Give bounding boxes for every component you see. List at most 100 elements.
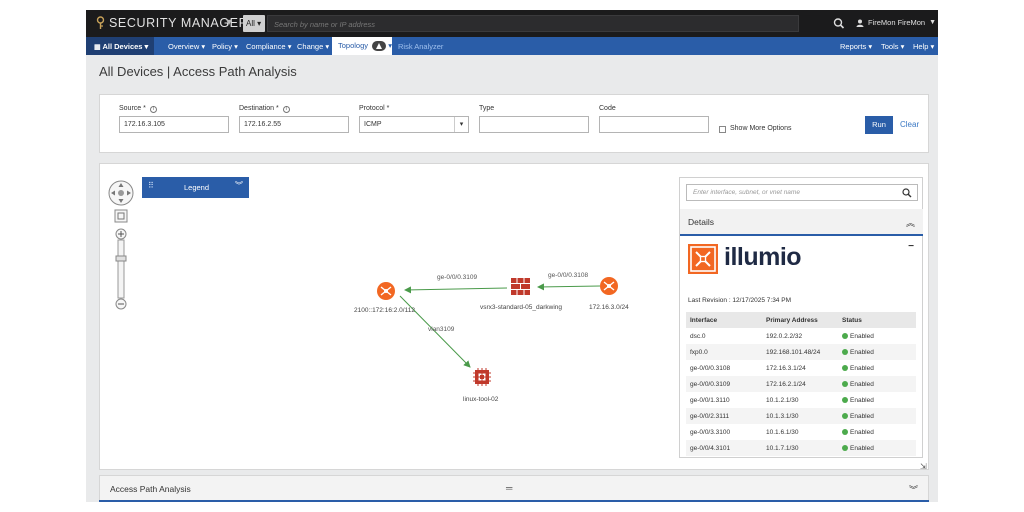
- drag-handle-icon[interactable]: ═: [506, 483, 512, 493]
- user-menu[interactable]: FireMon FireMon ▼: [856, 18, 936, 27]
- status-cell: Enabled: [838, 424, 916, 440]
- chevron-double-down-icon[interactable]: ︾: [909, 483, 918, 496]
- protocol-select[interactable]: ICMP ▾: [359, 116, 469, 133]
- interface-cell: ge-0/0/3.3100: [690, 428, 731, 436]
- host-chip-icon[interactable]: [473, 368, 491, 386]
- interface-cell: ge-0/0/0.3108: [690, 364, 731, 372]
- nav-compliance[interactable]: Compliance ▾: [246, 42, 291, 51]
- firewall-icon[interactable]: [511, 278, 530, 295]
- router-left-node[interactable]: [377, 282, 395, 300]
- status-dot-icon: [842, 444, 848, 451]
- table-row[interactable]: ge-0/0/0.3108 172.16.3.1/24 Enabled: [686, 360, 916, 376]
- col-status[interactable]: Status: [838, 312, 916, 328]
- zoom-slider[interactable]: [115, 228, 127, 310]
- user-name: FireMon FireMon: [868, 18, 926, 27]
- status-text: Enabled: [850, 396, 874, 404]
- status-dot-icon: [842, 380, 848, 387]
- status-text: Enabled: [850, 444, 874, 452]
- search-icon[interactable]: [830, 15, 848, 32]
- nav-topology-label: Topology: [338, 41, 369, 50]
- query-form: Source * i 172.16.3.105 Destination * i 17…: [99, 94, 929, 153]
- nav-overview[interactable]: Overview ▾: [168, 42, 205, 51]
- topology-map[interactable]: ⠿ Legend ︾ ge-0/0/0.3109 ge-0/0/0.3108 v…: [99, 163, 929, 471]
- edge-firewall-to-router-left[interactable]: [404, 286, 508, 294]
- status-dot-icon: [842, 428, 848, 435]
- nav-reports[interactable]: Reports ▾: [840, 42, 872, 51]
- table-row[interactable]: ge-0/0/1.3110 10.1.2.1/30 Enabled: [686, 392, 916, 408]
- table-row[interactable]: ge-0/0/0.3109 172.16.2.1/24 Enabled: [686, 376, 916, 392]
- clear-link[interactable]: Clear: [900, 120, 919, 129]
- chevron-double-up-icon[interactable]: ︽: [906, 216, 915, 229]
- details-panel: Enter interface, subnet, or vnet name De…: [679, 177, 923, 458]
- illumio-logo-icon: [688, 244, 718, 274]
- table-row[interactable]: dsc.0 192.0.2.2/32 Enabled: [686, 328, 916, 344]
- status-dot-icon: [842, 412, 848, 419]
- primary-address-cell: 192.168.101.48/24: [762, 344, 838, 360]
- legend-bar[interactable]: ⠿ Legend ︾: [142, 177, 249, 198]
- last-revision: Last Revision : 12/17/2025 7:34 PM: [688, 297, 791, 304]
- app-switcher-caret-icon[interactable]: ▼: [222, 17, 236, 31]
- fit-to-screen-icon[interactable]: [114, 209, 128, 223]
- col-interface[interactable]: Interface: [686, 312, 762, 328]
- global-search-input[interactable]: Search by name or IP address: [267, 15, 799, 32]
- router-right-label: 172.16.3.0/24: [589, 304, 629, 311]
- interface-cell: ge-0/0/0.3109: [686, 376, 762, 392]
- table-row[interactable]: ge-0/0/4.3101 10.1.7.1/30 Enabled: [686, 440, 916, 456]
- nav-change[interactable]: Change ▾: [297, 42, 329, 51]
- interface-search-input[interactable]: Enter interface, subnet, or vnet name: [686, 184, 918, 201]
- info-icon[interactable]: i: [149, 106, 157, 113]
- col-primary-address[interactable]: Primary Address: [762, 312, 838, 328]
- nav-risk-analyzer[interactable]: Risk Analyzer: [398, 42, 443, 51]
- host-label: linux-tool-02: [463, 396, 499, 403]
- show-more-checkbox[interactable]: [719, 126, 726, 133]
- source-label-text: Source *: [119, 105, 146, 112]
- interfaces-table-body: dsc.0 192.0.2.2/32 Enabled fxp0.0 192.168.10…: [686, 328, 916, 456]
- status-cell: Enabled: [838, 344, 916, 360]
- type-input[interactable]: [479, 116, 589, 133]
- destination-input[interactable]: 172.16.2.55: [239, 116, 349, 133]
- nav-policy-label: Policy: [212, 42, 233, 51]
- minimize-icon[interactable]: −: [908, 241, 914, 252]
- source-input[interactable]: 172.16.3.105: [119, 116, 229, 133]
- status-text: Enabled: [850, 332, 874, 340]
- type-label: Type: [479, 105, 495, 112]
- pan-control[interactable]: [108, 180, 134, 206]
- nav-topology[interactable]: Topology ▾: [332, 37, 392, 55]
- nav-all-devices[interactable]: ▦ All Devices ▾: [86, 37, 154, 55]
- nav-policy[interactable]: Policy ▾: [212, 42, 238, 51]
- status-cell: Enabled: [838, 376, 916, 392]
- status-cell: Enabled: [838, 440, 916, 456]
- table-row[interactable]: ge-0/0/3.3100 10.1.6.1/30 Enabled: [686, 424, 916, 440]
- table-row[interactable]: ge-0/0/2.3111 10.1.3.1/30 Enabled: [686, 408, 916, 424]
- illumio-logo-text: illumio: [724, 243, 802, 271]
- bottom-panel-bar[interactable]: Access Path Analysis ═ ︾: [99, 475, 929, 502]
- drag-handle-icon[interactable]: ⠿: [148, 181, 154, 190]
- screen: SECURITY MANAGER ▼ All ▾ Search by name …: [0, 0, 1024, 512]
- nav-tools-label: Tools: [881, 42, 899, 51]
- bottom-accent-strip: [99, 500, 929, 502]
- show-more-label[interactable]: Show More Options: [730, 125, 791, 132]
- status-dot-icon: [842, 332, 848, 339]
- chevron-double-down-icon[interactable]: ︾: [235, 180, 243, 191]
- search-icon[interactable]: [901, 187, 913, 199]
- primary-address-cell: 10.1.3.1/30: [762, 408, 838, 424]
- status-dot-icon: [842, 396, 848, 403]
- info-icon[interactable]: i: [282, 106, 290, 113]
- nav-help[interactable]: Help ▾: [913, 42, 934, 51]
- nav-tools[interactable]: Tools ▾: [881, 42, 904, 51]
- edge-router-right-to-firewall[interactable]: [537, 283, 601, 291]
- table-row[interactable]: fxp0.0 192.168.101.48/24 Enabled: [686, 344, 916, 360]
- firewall-label: vsrx3-standard-05_darkwing: [480, 304, 563, 311]
- nav-help-label: Help: [913, 42, 929, 51]
- router-right-node[interactable]: [600, 277, 618, 295]
- search-scope-select[interactable]: All ▾: [243, 15, 265, 32]
- status-cell: Enabled: [838, 392, 916, 408]
- details-header[interactable]: Details ︽: [680, 209, 923, 236]
- code-input[interactable]: [599, 116, 709, 133]
- resize-handle-icon[interactable]: ⇲: [920, 462, 927, 471]
- protocol-label: Protocol *: [359, 105, 390, 112]
- run-button[interactable]: Run: [865, 116, 893, 134]
- interfaces-table: Interface Primary Address Status dsc.0 19…: [686, 312, 916, 456]
- bottom-panel-title: Access Path Analysis: [110, 484, 191, 494]
- select-caret-icon: ▾: [454, 117, 468, 132]
